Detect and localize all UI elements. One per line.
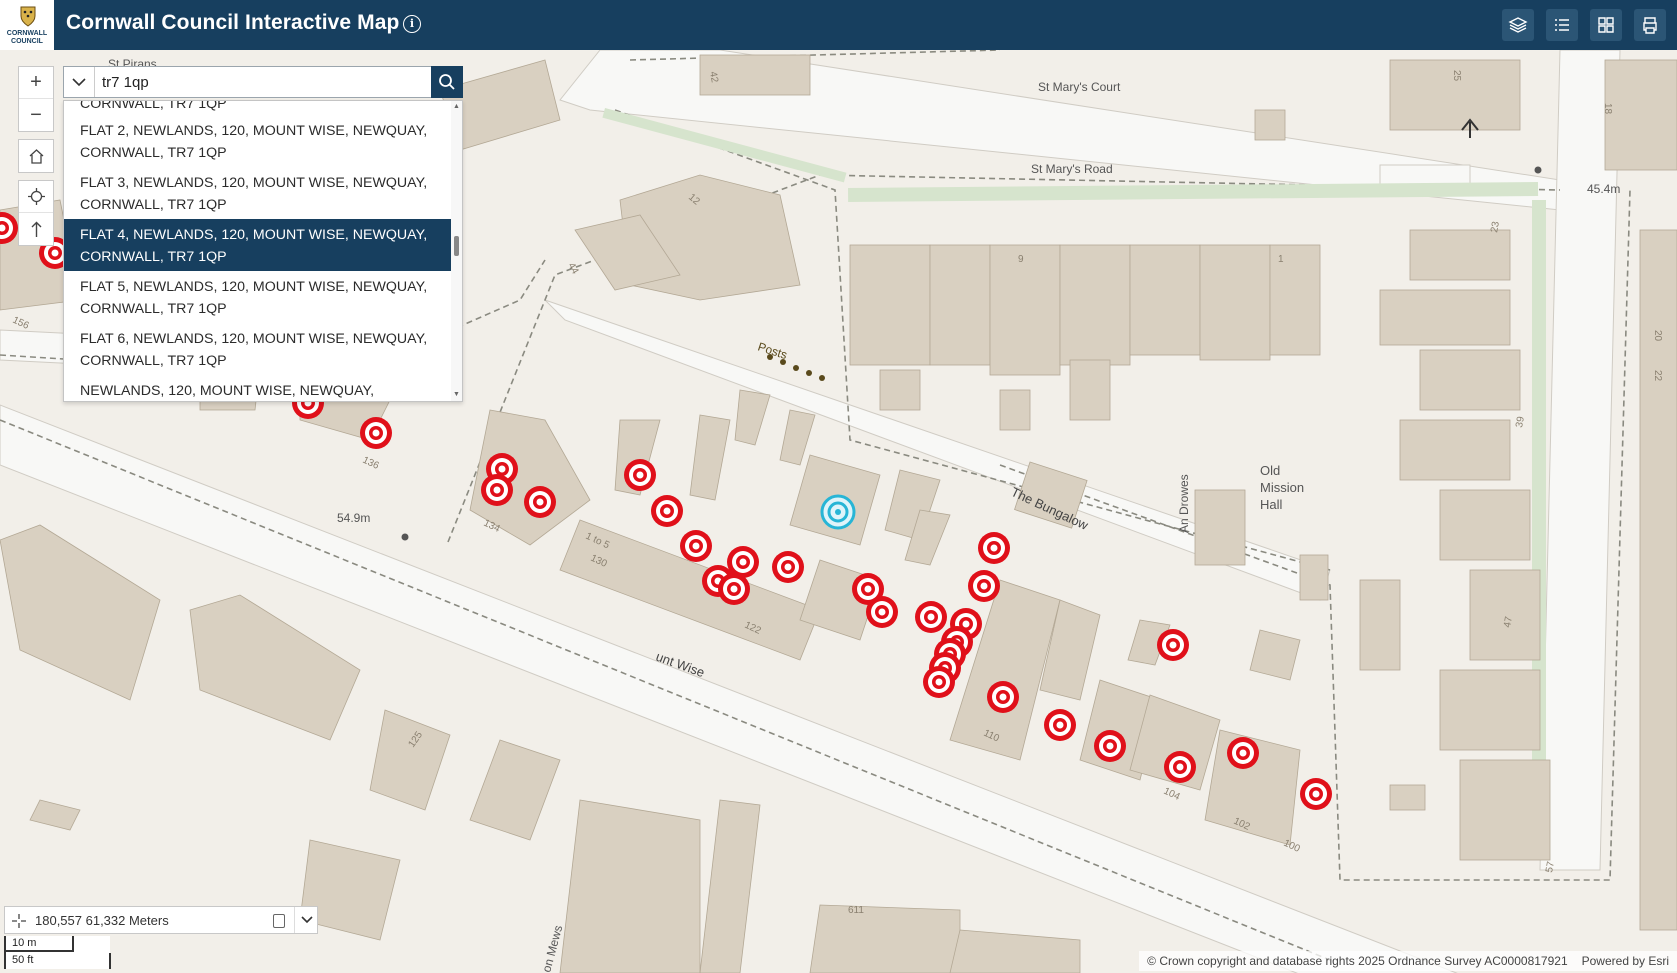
address-point-marker[interactable] [772, 551, 804, 583]
map-label-elevation-45: 45.4m [1587, 182, 1620, 196]
address-point-marker[interactable] [1227, 737, 1259, 769]
compass-arrow-icon [31, 221, 41, 237]
address-point-marker[interactable] [923, 666, 955, 698]
layers-button[interactable] [1502, 9, 1534, 41]
attribution-esri[interactable]: Powered by Esri [1582, 954, 1669, 968]
home-icon [29, 148, 43, 164]
scroll-up-arrow-icon[interactable]: ▲ [452, 103, 461, 110]
address-point-marker[interactable] [680, 530, 712, 562]
crosshair-icon [27, 188, 45, 205]
zoom-controls: + − [18, 66, 54, 132]
map-label-old-mission-hall-2: Mission [1260, 480, 1304, 495]
map-label-old-mission-hall-3: Hall [1260, 497, 1283, 512]
search-input[interactable] [102, 72, 402, 92]
home-button[interactable] [19, 140, 53, 172]
legend-button[interactable] [1546, 9, 1578, 41]
scroll-down-arrow-icon[interactable]: ▼ [452, 391, 461, 398]
attribution-copyright: © Crown copyright and database rights 20… [1147, 954, 1568, 968]
address-point-marker[interactable] [866, 596, 898, 628]
scroll-thumb[interactable] [454, 236, 459, 256]
logo-text-cornwall: CORNWALL [6, 30, 48, 37]
map-label-n20: 20 [1652, 330, 1663, 342]
map-label-n611: 611 [848, 905, 864, 916]
search-source-dropdown[interactable] [64, 67, 95, 97]
list-icon [1555, 19, 1569, 31]
zoom-out-button[interactable]: − [19, 99, 53, 131]
map-label-n9: 9 [1018, 254, 1024, 265]
scale-bar: 10 m 50 ft [4, 936, 111, 969]
council-logo: CORNWALL COUNCIL [0, 0, 54, 50]
address-point-marker[interactable] [1094, 730, 1126, 762]
map-label-st-marys-court: St Mary's Court [1038, 80, 1121, 94]
suggestion-item[interactable]: NEWLANDS, 120, MOUNT WISE, NEWQUAY, [64, 375, 452, 401]
locate-button[interactable] [19, 181, 53, 213]
app-header: CORNWALL COUNCIL Cornwall Council Intera… [0, 0, 1677, 50]
copy-icon[interactable] [273, 914, 285, 928]
address-point-marker[interactable] [978, 532, 1010, 564]
search-button[interactable] [431, 66, 463, 98]
suggestions-scrollbar[interactable]: ▲ ▼ [451, 101, 462, 401]
printer-icon [1643, 17, 1657, 34]
address-point-marker[interactable] [651, 495, 683, 527]
crosshair-icon[interactable] [11, 913, 27, 929]
print-button[interactable] [1634, 9, 1666, 41]
suggestion-item[interactable]: FLAT 2, NEWLANDS, 120, MOUNT WISE, NEWQU… [64, 115, 452, 167]
address-point-marker[interactable] [1300, 778, 1332, 810]
map-label-st-marys-road: St Mary's Road [1031, 162, 1113, 176]
address-point-marker[interactable] [718, 573, 750, 605]
address-point-marker[interactable] [1164, 751, 1196, 783]
suggestion-item[interactable]: FLAT 3, NEWLANDS, 120, MOUNT WISE, NEWQU… [64, 167, 452, 219]
compass-button[interactable] [19, 213, 53, 245]
locate-control [18, 180, 54, 246]
app-title: Cornwall Council Interactive Map [66, 11, 400, 34]
address-point-marker[interactable] [524, 486, 556, 518]
map-attribution: © Crown copyright and database rights 20… [1139, 951, 1677, 971]
search-widget: ✕ [63, 66, 463, 98]
grid-icon [1598, 17, 1614, 33]
address-point-marker[interactable] [968, 570, 1000, 602]
info-icon[interactable]: i [403, 15, 421, 33]
map-label-n25: 25 [1451, 70, 1462, 82]
suggestion-item[interactable]: FLAT 6, NEWLANDS, 120, MOUNT WISE, NEWQU… [64, 323, 452, 375]
crest-icon [20, 6, 36, 27]
suggestion-list: CORNWALL, TR7 1QP FLAT 2, NEWLANDS, 120, … [64, 101, 452, 401]
coordinate-expand-button[interactable] [294, 907, 318, 933]
search-icon [439, 74, 455, 90]
map-label-n18: 18 [1602, 103, 1613, 115]
scale-imperial: 50 ft [6, 953, 111, 969]
coordinate-readout: 180,557 61,332 Meters [35, 913, 169, 928]
address-point-marker[interactable] [624, 459, 656, 491]
zoom-in-button[interactable]: + [19, 67, 53, 99]
coordinate-conversion: 180,557 61,332 Meters [4, 906, 318, 934]
suggestion-item[interactable]: FLAT 4, NEWLANDS, 120, MOUNT WISE, NEWQU… [64, 219, 452, 271]
scale-metric: 10 m [6, 936, 74, 952]
home-control [18, 139, 54, 173]
map-label-an-drowes: An Drowes [1177, 474, 1191, 533]
suggestion-item[interactable]: CORNWALL, TR7 1QP [64, 101, 452, 115]
chevron-down-icon [72, 77, 86, 86]
basemap-gallery-button[interactable] [1590, 9, 1622, 41]
logo-text-council: COUNCIL [11, 38, 43, 45]
search-suggestions: CORNWALL, TR7 1QP FLAT 2, NEWLANDS, 120, … [63, 100, 463, 402]
layers-icon [1508, 17, 1528, 33]
map-label-n1: 1 [1278, 254, 1284, 265]
selected-address-marker[interactable] [820, 494, 856, 530]
map-label-old-mission-hall-1: Old [1260, 463, 1280, 478]
address-point-marker[interactable] [915, 601, 947, 633]
address-point-marker[interactable] [1044, 709, 1076, 741]
map-label-n22: 22 [1652, 370, 1663, 382]
address-point-marker[interactable] [1157, 629, 1189, 661]
suggestion-item[interactable]: FLAT 5, NEWLANDS, 120, MOUNT WISE, NEWQU… [64, 271, 452, 323]
address-point-marker[interactable] [481, 474, 513, 506]
address-point-marker[interactable] [360, 417, 392, 449]
address-point-marker[interactable] [987, 681, 1019, 713]
map-label-elevation-54: 54.9m [337, 511, 370, 525]
chevron-down-icon [300, 916, 313, 924]
